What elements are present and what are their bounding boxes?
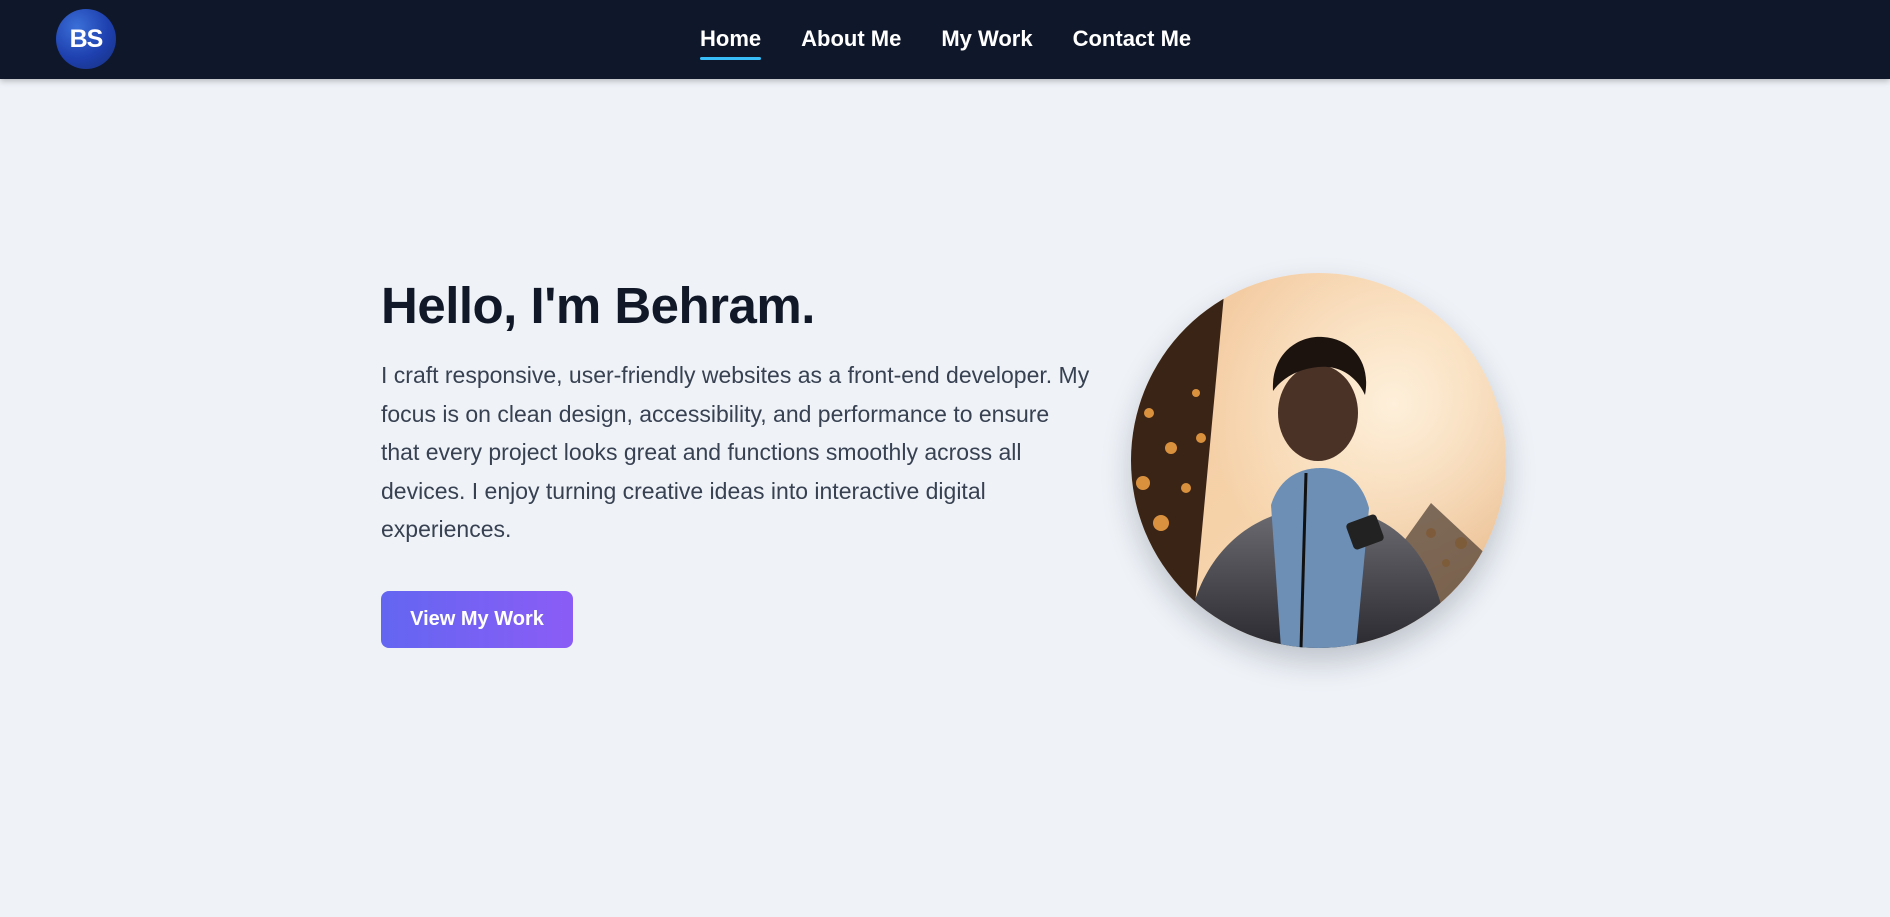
profile-photo-icon [1131, 273, 1506, 648]
hero-title: Hello, I'm Behram. [381, 277, 815, 334]
nav-link-home[interactable]: Home [700, 22, 762, 60]
logo[interactable]: BS [56, 9, 116, 69]
nav-link-about-me[interactable]: About Me [801, 22, 901, 58]
hero-text: Hello, I'm Behram. I craft responsive, u… [381, 275, 1101, 549]
nav-link-contact-me[interactable]: Contact Me [1073, 22, 1192, 58]
top-navbar: BS Home About Me My Work Contact Me [0, 0, 1890, 79]
main-nav: Home About Me My Work Contact Me [700, 0, 1191, 79]
view-my-work-button[interactable]: View My Work [381, 591, 573, 648]
profile-photo [1131, 273, 1506, 648]
nav-link-my-work[interactable]: My Work [941, 22, 1032, 58]
hero-description: I craft responsive, user-friendly websit… [381, 362, 1090, 543]
